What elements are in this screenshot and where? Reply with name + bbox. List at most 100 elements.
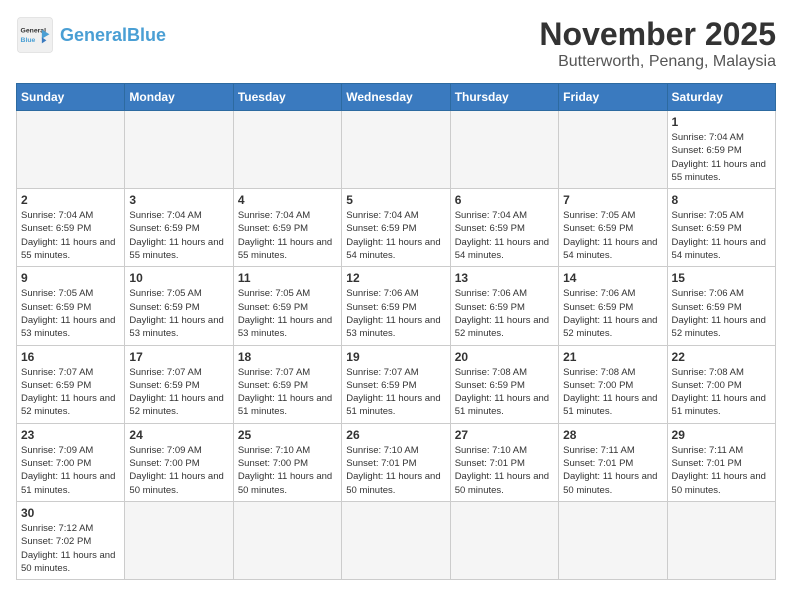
day-number: 7 <box>563 193 662 207</box>
day-number: 29 <box>672 428 771 442</box>
cell-info: Sunrise: 7:05 AMSunset: 6:59 PMDaylight:… <box>129 287 228 340</box>
day-number: 4 <box>238 193 337 207</box>
cell-info: Sunrise: 7:07 AMSunset: 6:59 PMDaylight:… <box>21 366 120 419</box>
calendar-cell: 4 Sunrise: 7:04 AMSunset: 6:59 PMDaylight… <box>233 189 341 267</box>
cell-info: Sunrise: 7:10 AMSunset: 7:01 PMDaylight:… <box>455 444 554 497</box>
day-number: 30 <box>21 506 120 520</box>
day-number: 16 <box>21 350 120 364</box>
weekday-header-monday: Monday <box>125 84 233 111</box>
month-title: November 2025 <box>539 16 776 53</box>
calendar-cell: 15 Sunrise: 7:06 AMSunset: 6:59 PMDayligh… <box>667 267 775 345</box>
logo-text: GeneralBlue <box>60 25 166 46</box>
week-row-3: 16 Sunrise: 7:07 AMSunset: 6:59 PMDayligh… <box>17 345 776 423</box>
header: General Blue GeneralBlue November 2025 B… <box>16 16 776 71</box>
calendar-cell: 22 Sunrise: 7:08 AMSunset: 7:00 PMDayligh… <box>667 345 775 423</box>
calendar-cell: 21 Sunrise: 7:08 AMSunset: 7:00 PMDayligh… <box>559 345 667 423</box>
day-number: 28 <box>563 428 662 442</box>
calendar-cell: 29 Sunrise: 7:11 AMSunset: 7:01 PMDayligh… <box>667 423 775 501</box>
day-number: 6 <box>455 193 554 207</box>
cell-info: Sunrise: 7:06 AMSunset: 6:59 PMDaylight:… <box>563 287 662 340</box>
cell-info: Sunrise: 7:08 AMSunset: 7:00 PMDaylight:… <box>672 366 771 419</box>
weekday-header-tuesday: Tuesday <box>233 84 341 111</box>
calendar-cell <box>233 111 341 189</box>
calendar-cell: 12Sunrise: 7:06 AMSunset: 6:59 PMDayligh… <box>342 267 450 345</box>
day-number: 14 <box>563 271 662 285</box>
cell-info: Sunrise: 7:05 AMSunset: 6:59 PMDaylight:… <box>21 287 120 340</box>
location-title: Butterworth, Penang, Malaysia <box>539 53 776 71</box>
day-number: 15 <box>672 271 771 285</box>
cell-info: Sunrise: 7:11 AMSunset: 7:01 PMDaylight:… <box>563 444 662 497</box>
day-number: 2 <box>21 193 120 207</box>
cell-info: Sunrise: 7:08 AMSunset: 6:59 PMDaylight:… <box>455 366 554 419</box>
calendar-cell <box>667 501 775 579</box>
cell-info: Sunrise: 7:06 AMSunset: 6:59 PMDaylight:… <box>455 287 554 340</box>
calendar-cell: 14 Sunrise: 7:06 AMSunset: 6:59 PMDayligh… <box>559 267 667 345</box>
cell-info: Sunrise: 7:05 AMSunset: 6:59 PMDaylight:… <box>563 209 662 262</box>
day-number: 24 <box>129 428 228 442</box>
svg-text:Blue: Blue <box>21 37 36 44</box>
cell-info: Sunrise: 7:10 AMSunset: 7:00 PMDaylight:… <box>238 444 337 497</box>
day-number: 27 <box>455 428 554 442</box>
cell-info: Sunrise: 7:08 AMSunset: 7:00 PMDaylight:… <box>563 366 662 419</box>
weekday-header-friday: Friday <box>559 84 667 111</box>
calendar-cell: 6Sunrise: 7:04 AMSunset: 6:59 PMDaylight… <box>450 189 558 267</box>
calendar-cell: 5Sunrise: 7:04 AMSunset: 6:59 PMDaylight… <box>342 189 450 267</box>
day-number: 1 <box>672 115 771 129</box>
day-number: 19 <box>346 350 445 364</box>
cell-info: Sunrise: 7:11 AMSunset: 7:01 PMDaylight:… <box>672 444 771 497</box>
weekday-header-thursday: Thursday <box>450 84 558 111</box>
cell-info: Sunrise: 7:12 AMSunset: 7:02 PMDaylight:… <box>21 522 120 575</box>
cell-info: Sunrise: 7:06 AMSunset: 6:59 PMDaylight:… <box>672 287 771 340</box>
calendar-cell: 8Sunrise: 7:05 AMSunset: 6:59 PMDaylight… <box>667 189 775 267</box>
day-number: 21 <box>563 350 662 364</box>
calendar-cell: 9Sunrise: 7:05 AMSunset: 6:59 PMDaylight… <box>17 267 125 345</box>
calendar-cell <box>233 501 341 579</box>
calendar-cell: 26Sunrise: 7:10 AMSunset: 7:01 PMDayligh… <box>342 423 450 501</box>
week-row-5: 30 Sunrise: 7:12 AMSunset: 7:02 PMDayligh… <box>17 501 776 579</box>
calendar-cell: 18 Sunrise: 7:07 AMSunset: 6:59 PMDayligh… <box>233 345 341 423</box>
cell-info: Sunrise: 7:04 AMSunset: 6:59 PMDaylight:… <box>238 209 337 262</box>
calendar-cell: 13 Sunrise: 7:06 AMSunset: 6:59 PMDayligh… <box>450 267 558 345</box>
cell-info: Sunrise: 7:07 AMSunset: 6:59 PMDaylight:… <box>238 366 337 419</box>
cell-info: Sunrise: 7:09 AMSunset: 7:00 PMDaylight:… <box>129 444 228 497</box>
calendar-cell: 24 Sunrise: 7:09 AMSunset: 7:00 PMDayligh… <box>125 423 233 501</box>
calendar-cell: 20 Sunrise: 7:08 AMSunset: 6:59 PMDayligh… <box>450 345 558 423</box>
weekday-header-wednesday: Wednesday <box>342 84 450 111</box>
calendar-cell <box>450 111 558 189</box>
week-row-4: 23Sunrise: 7:09 AMSunset: 7:00 PMDayligh… <box>17 423 776 501</box>
day-number: 12 <box>346 271 445 285</box>
day-number: 22 <box>672 350 771 364</box>
day-number: 25 <box>238 428 337 442</box>
title-area: November 2025 Butterworth, Penang, Malay… <box>539 16 776 71</box>
calendar-cell: 11Sunrise: 7:05 AMSunset: 6:59 PMDayligh… <box>233 267 341 345</box>
weekday-header-sunday: Sunday <box>17 84 125 111</box>
cell-info: Sunrise: 7:05 AMSunset: 6:59 PMDaylight:… <box>238 287 337 340</box>
cell-info: Sunrise: 7:04 AMSunset: 6:59 PMDaylight:… <box>672 131 771 184</box>
logo: General Blue GeneralBlue <box>16 16 166 54</box>
calendar-cell <box>125 111 233 189</box>
calendar-cell <box>125 501 233 579</box>
cell-info: Sunrise: 7:09 AMSunset: 7:00 PMDaylight:… <box>21 444 120 497</box>
calendar-cell: 27 Sunrise: 7:10 AMSunset: 7:01 PMDayligh… <box>450 423 558 501</box>
weekday-header-row: SundayMondayTuesdayWednesdayThursdayFrid… <box>17 84 776 111</box>
week-row-1: 2 Sunrise: 7:04 AMSunset: 6:59 PMDaylight… <box>17 189 776 267</box>
calendar-cell: 25 Sunrise: 7:10 AMSunset: 7:00 PMDayligh… <box>233 423 341 501</box>
calendar-cell <box>559 501 667 579</box>
day-number: 18 <box>238 350 337 364</box>
day-number: 20 <box>455 350 554 364</box>
day-number: 10 <box>129 271 228 285</box>
calendar-cell <box>342 111 450 189</box>
day-number: 17 <box>129 350 228 364</box>
cell-info: Sunrise: 7:07 AMSunset: 6:59 PMDaylight:… <box>346 366 445 419</box>
cell-info: Sunrise: 7:04 AMSunset: 6:59 PMDaylight:… <box>129 209 228 262</box>
calendar-cell: 30 Sunrise: 7:12 AMSunset: 7:02 PMDayligh… <box>17 501 125 579</box>
calendar-cell: 10 Sunrise: 7:05 AMSunset: 6:59 PMDayligh… <box>125 267 233 345</box>
day-number: 13 <box>455 271 554 285</box>
calendar-cell: 19 Sunrise: 7:07 AMSunset: 6:59 PMDayligh… <box>342 345 450 423</box>
calendar-cell: 17Sunrise: 7:07 AMSunset: 6:59 PMDayligh… <box>125 345 233 423</box>
cell-info: Sunrise: 7:04 AMSunset: 6:59 PMDaylight:… <box>346 209 445 262</box>
week-row-0: 1 Sunrise: 7:04 AMSunset: 6:59 PMDaylight… <box>17 111 776 189</box>
calendar-cell: 16 Sunrise: 7:07 AMSunset: 6:59 PMDayligh… <box>17 345 125 423</box>
day-number: 3 <box>129 193 228 207</box>
calendar-cell: 2Sunrise: 7:04 AMSunset: 6:59 PMDaylight… <box>17 189 125 267</box>
